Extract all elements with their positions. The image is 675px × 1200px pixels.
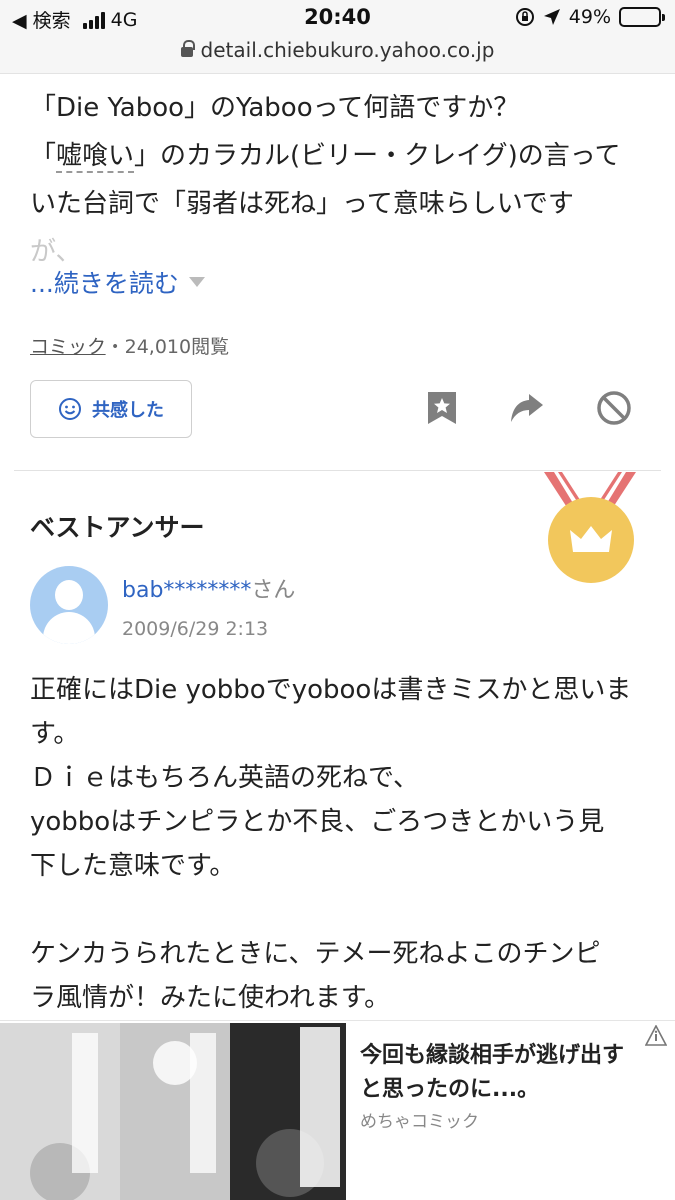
ad-title[interactable]: 今回も縁談相手が逃げ出すと思ったのに...。 — [360, 1039, 645, 1107]
answer-body: 正確にはDie yobboでyobooは書きミスかと思いま す。 Ｄｉｅはもちろ… — [30, 675, 632, 1013]
term-link[interactable]: 嘘喰い — [56, 141, 135, 173]
empathy-button[interactable]: 共感した — [30, 380, 192, 438]
answer-date: 2009/6/29 2:13 — [122, 618, 269, 640]
best-answer-heading: ベストアンサー — [30, 513, 205, 542]
question-line: 「嘘喰い」のカラカル(ビリー・クレイグ)の言って — [30, 132, 650, 180]
bookmark-button[interactable] — [422, 388, 462, 428]
prohibit-icon — [597, 391, 631, 425]
location-arrow-icon — [543, 9, 560, 25]
avatar-body — [43, 612, 95, 644]
answerer-name-link[interactable]: bab******** — [122, 578, 251, 603]
status-right: 49% — [515, 6, 665, 28]
avatar[interactable] — [30, 566, 108, 644]
ad-source: めちゃコミック — [360, 1112, 479, 1132]
honorific: さん — [251, 578, 296, 603]
orientation-lock-icon — [515, 8, 534, 26]
read-more-link[interactable]: ...続きを読む — [30, 264, 205, 300]
question-meta: コミック・24,010閲覧 — [30, 332, 229, 359]
read-more-label: ...続きを読む — [30, 269, 179, 298]
empathy-label: 共感した — [92, 400, 164, 421]
share-arrow-icon — [511, 394, 543, 422]
url-bar[interactable]: detail.chiebukuro.yahoo.co.jp — [0, 38, 675, 62]
lock-icon — [180, 40, 195, 57]
question-text: 」のカラカル(ビリー・クレイグ)の言って — [134, 141, 621, 171]
chevron-down-icon — [188, 277, 205, 287]
battery-percent: 49% — [568, 6, 611, 28]
question-line: 「Die Yaboo」のYabooって何語ですか？ — [30, 93, 520, 123]
question-body: 「Die Yaboo」のYabooって何語ですか？ 「嘘喰い」のカラカル(ビリー… — [30, 84, 650, 276]
question-line: いた台詞で「弱者は死ね」って意味らしいです — [30, 189, 574, 219]
gold-medal-icon — [544, 472, 636, 583]
ad-banner[interactable]: 今回も縁談相手が逃げ出すと思ったのに...。 めちゃコミック — [0, 1020, 675, 1200]
ad-image[interactable] — [0, 1023, 346, 1200]
view-count: ・24,010閲覧 — [105, 336, 230, 358]
bookmark-star-icon — [428, 392, 456, 424]
answerer: bab********さん — [122, 572, 295, 604]
divider — [14, 470, 661, 471]
url-text: detail.chiebukuro.yahoo.co.jp — [200, 38, 495, 62]
ad-info-icon[interactable] — [645, 1025, 667, 1047]
report-button[interactable] — [594, 388, 634, 428]
avatar-head — [55, 580, 83, 610]
smile-icon — [59, 398, 81, 420]
battery-icon — [619, 7, 665, 27]
status-bar: ◀ 検索 4G 20:40 49% detail.chiebukuro.yaho… — [0, 0, 675, 74]
category-link[interactable]: コミック — [30, 336, 106, 358]
question-text: 「 — [30, 141, 57, 171]
share-button[interactable] — [507, 388, 547, 428]
